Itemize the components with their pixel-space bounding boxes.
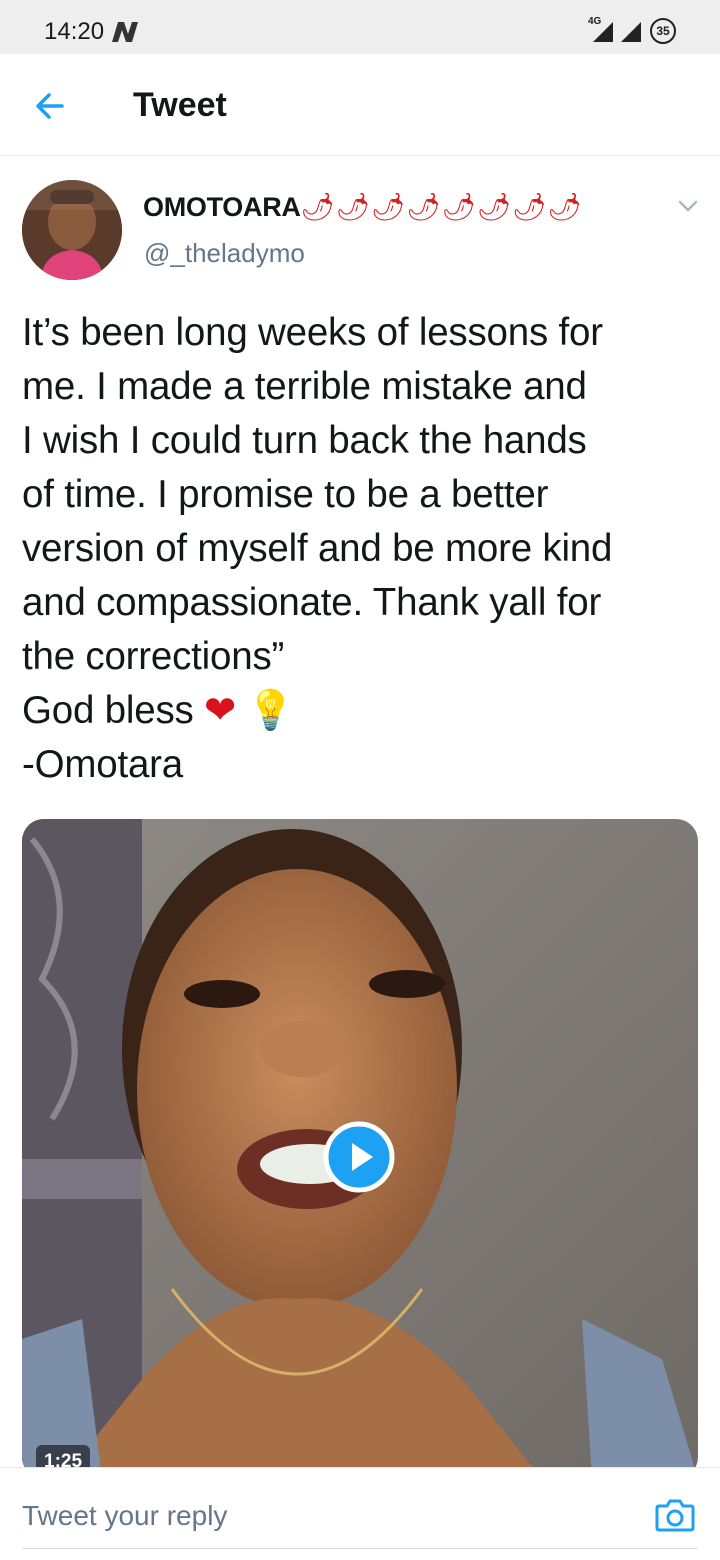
reply-input[interactable]: Tweet your reply <box>22 1500 227 1532</box>
battery-icon: 35 <box>650 18 676 44</box>
user-handle[interactable]: @_theladymo <box>144 238 305 269</box>
tweet-text: It’s been long weeks of lessons for me. … <box>22 306 702 792</box>
reply-bar: Tweet your reply <box>0 1467 720 1560</box>
camera-icon[interactable] <box>654 1494 696 1536</box>
signal-icon <box>593 22 613 42</box>
display-name-text: OMOTOARA <box>143 192 301 222</box>
display-name[interactable]: OMOTOARA🌶🌶🌶🌶🌶🌶🌶🌶 <box>143 191 583 223</box>
arrow-left-icon[interactable] <box>30 86 70 126</box>
tweet-signature: -Omotara <box>22 743 183 786</box>
status-bar: 14:20 4G 35 <box>0 0 720 54</box>
tweet-text-line: the corrections” <box>22 635 285 678</box>
tweet-text-line: and compassionate. Thank yall for <box>22 581 602 624</box>
page-title: Tweet <box>133 86 227 124</box>
tweet-text-line: me. I made a terrible mistake and <box>22 365 587 408</box>
avatar[interactable] <box>22 180 122 280</box>
status-time: 14:20 <box>44 18 105 45</box>
heart-emoji: ❤ <box>204 689 237 732</box>
notification-n-icon <box>112 22 138 42</box>
reply-input-underline <box>22 1548 698 1549</box>
chili-pepper-emoji: 🌶🌶🌶🌶🌶🌶🌶🌶 <box>300 192 583 222</box>
signal-icon <box>621 22 641 42</box>
play-button-icon[interactable] <box>323 1121 395 1193</box>
top-app-bar: Tweet <box>0 54 720 156</box>
chevron-down-icon[interactable] <box>676 196 700 216</box>
tweet-blessing-line: God bless ❤ 💡 <box>22 684 702 738</box>
tweet-text-line: of time. I promise to be a better <box>22 473 549 516</box>
tweet-text-line: version of myself and be more kind <box>22 527 613 570</box>
light-bulb-emoji: 💡 <box>246 689 295 732</box>
tweet-text-line: I wish I could turn back the hands <box>22 419 587 462</box>
tweet-text-line: It’s been long weeks of lessons for <box>22 311 603 354</box>
blessing-text: God bless <box>22 689 194 732</box>
